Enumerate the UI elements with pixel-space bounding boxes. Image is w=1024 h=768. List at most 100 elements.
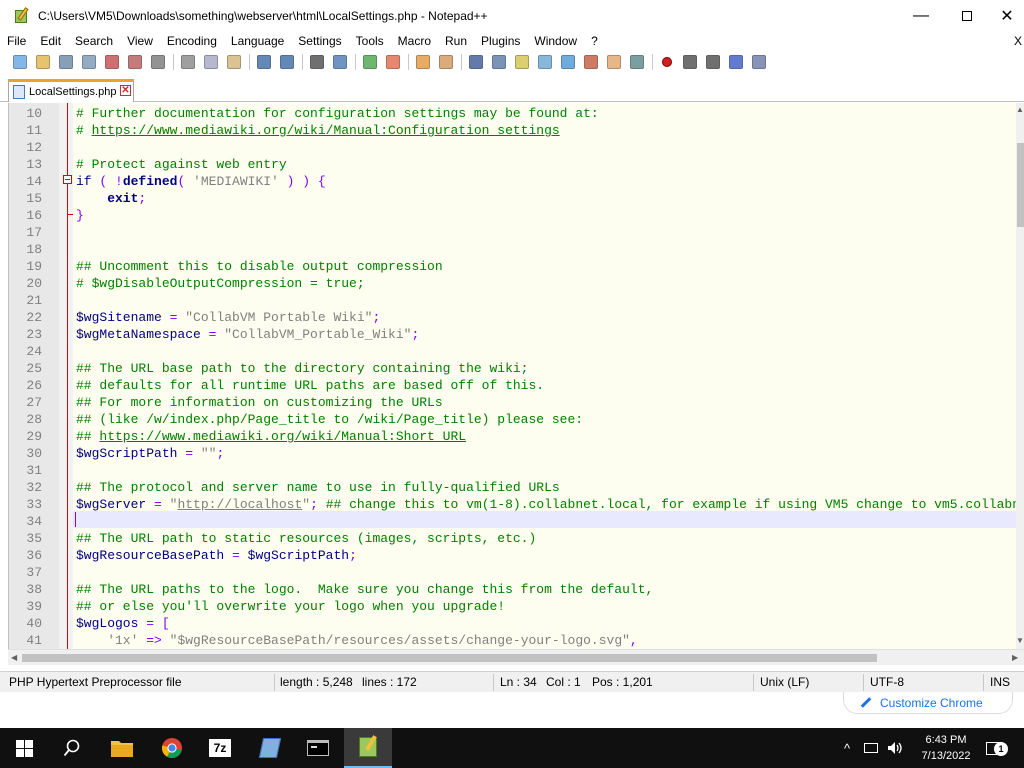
horizontal-scrollbar[interactable]: ◀ ▶ <box>8 649 1024 665</box>
sync-vertical-button[interactable] <box>414 53 432 71</box>
code-line[interactable]: 33 $wgServer = "http://localhost"; ## cha… <box>9 496 1016 513</box>
menu-edit[interactable]: Edit <box>33 32 68 50</box>
volume-icon[interactable] <box>884 728 906 768</box>
menu-help[interactable]: ? <box>584 32 605 50</box>
start-button[interactable] <box>0 728 48 768</box>
code-line[interactable]: 28 ## (like /w/index.php/Page_title to /w… <box>9 411 1016 428</box>
code-line[interactable]: 19 ## Uncomment this to disable output co… <box>9 258 1016 275</box>
menu-window[interactable]: Window <box>527 32 584 50</box>
tray-chevron-icon[interactable]: ^ <box>838 728 856 768</box>
code-line[interactable]: 13 # Protect against web entry <box>9 156 1016 173</box>
code-line[interactable]: 20 # $wgDisableOutputCompression = true; <box>9 275 1016 292</box>
taskbar-chrome[interactable] <box>148 728 196 768</box>
code-line[interactable]: 23 $wgMetaNamespace = "CollabVM_Portable_… <box>9 326 1016 343</box>
cut-button[interactable] <box>179 53 197 71</box>
show-all-chars-button[interactable] <box>490 53 508 71</box>
menu-file[interactable]: File <box>0 32 33 50</box>
menu-plugins[interactable]: Plugins <box>474 32 527 50</box>
menu-search[interactable]: Search <box>68 32 120 50</box>
code-line[interactable]: 27 ## For more information on customizing… <box>9 394 1016 411</box>
code-line[interactable]: 14 if ( !defined( 'MEDIAWIKI' ) ) { <box>9 173 1016 190</box>
close-button[interactable] <box>103 53 121 71</box>
taskbar-file-explorer[interactable] <box>98 728 146 768</box>
save-button[interactable] <box>57 53 75 71</box>
paste-button[interactable] <box>225 53 243 71</box>
vertical-scroll-thumb[interactable] <box>1017 143 1024 227</box>
customize-chrome-button[interactable]: Customize Chrome <box>843 692 1013 714</box>
code-line[interactable]: 40 $wgLogos = [ <box>9 615 1016 632</box>
code-line[interactable]: 37 <box>9 564 1016 581</box>
code-line[interactable]: 10 # Further documentation for configurat… <box>9 105 1016 122</box>
taskbar-cmd[interactable] <box>294 728 342 768</box>
code-line[interactable]: 25 ## The URL base path to the directory … <box>9 360 1016 377</box>
zoom-out-button[interactable] <box>384 53 402 71</box>
run-macro-multiple-button[interactable] <box>727 53 745 71</box>
find-button[interactable] <box>308 53 326 71</box>
record-macro-button[interactable] <box>658 53 676 71</box>
stop-macro-button[interactable] <box>681 53 699 71</box>
doc-list-button[interactable] <box>559 53 577 71</box>
code-line[interactable]: 35 ## The URL path to static resources (i… <box>9 530 1016 547</box>
zoom-in-button[interactable] <box>361 53 379 71</box>
maximize-button[interactable] <box>944 0 990 32</box>
menu-encoding[interactable]: Encoding <box>160 32 224 50</box>
close-document-button[interactable]: X <box>1014 32 1022 50</box>
scroll-up-icon[interactable]: ▲ <box>1016 105 1024 114</box>
code-line[interactable]: 36 $wgResourceBasePath = $wgScriptPath; <box>9 547 1016 564</box>
menu-macro[interactable]: Macro <box>391 32 438 50</box>
open-file-button[interactable] <box>34 53 52 71</box>
tab-localsettings[interactable]: LocalSettings.php ✕ <box>8 79 134 102</box>
print-button[interactable] <box>149 53 167 71</box>
code-line[interactable]: 21 <box>9 292 1016 309</box>
code-line[interactable]: 32 ## The protocol and server name to use… <box>9 479 1016 496</box>
tray-clock[interactable]: 6:43 PM 7/13/2022 <box>916 732 976 764</box>
code-line[interactable]: 39 ## or else you'll overwrite your logo … <box>9 598 1016 615</box>
code-line[interactable]: 22 $wgSitename = "CollabVM Portable Wiki"… <box>9 309 1016 326</box>
scroll-down-icon[interactable]: ▼ <box>1016 636 1024 645</box>
code-line[interactable]: 30 $wgScriptPath = ""; <box>9 445 1016 462</box>
status-eol[interactable]: Unix (LF) <box>760 675 809 689</box>
word-wrap-button[interactable] <box>467 53 485 71</box>
scroll-right-icon[interactable]: ▶ <box>1012 653 1018 662</box>
horizontal-scroll-thumb[interactable] <box>22 654 877 662</box>
code-line[interactable]: 12 <box>9 139 1016 156</box>
menu-language[interactable]: Language <box>224 32 291 50</box>
close-window-button[interactable]: ✕ <box>990 0 1024 32</box>
code-line[interactable]: 31 <box>9 462 1016 479</box>
status-encoding[interactable]: UTF-8 <box>870 675 904 689</box>
undo-button[interactable] <box>255 53 273 71</box>
code-editor[interactable]: 10 # Further documentation for configurat… <box>8 103 1016 649</box>
play-macro-button[interactable] <box>704 53 722 71</box>
function-list-button[interactable] <box>582 53 600 71</box>
network-icon[interactable] <box>860 728 882 768</box>
taskbar-notepadpp[interactable] <box>344 728 392 768</box>
tab-close-button[interactable]: ✕ <box>120 85 131 96</box>
folder-workspace-button[interactable] <box>605 53 623 71</box>
code-line[interactable]: 29 ## https://www.mediawiki.org/wiki/Manu… <box>9 428 1016 445</box>
search-button[interactable] <box>48 728 96 768</box>
status-insert-mode[interactable]: INS <box>990 675 1010 689</box>
taskbar-7zip[interactable]: 7z <box>196 728 244 768</box>
doc-map-button[interactable] <box>536 53 554 71</box>
scroll-left-icon[interactable]: ◀ <box>11 653 17 662</box>
menu-tools[interactable]: Tools <box>349 32 391 50</box>
menu-run[interactable]: Run <box>438 32 474 50</box>
minimize-button[interactable]: — <box>898 0 944 32</box>
code-line[interactable]: 34 <box>9 513 1016 530</box>
code-line[interactable]: 17 <box>9 224 1016 241</box>
code-line[interactable]: 18 <box>9 241 1016 258</box>
code-line[interactable]: 24 <box>9 343 1016 360</box>
replace-button[interactable] <box>331 53 349 71</box>
menu-view[interactable]: View <box>120 32 160 50</box>
close-all-button[interactable] <box>126 53 144 71</box>
code-line[interactable]: 26 ## defaults for all runtime URL paths … <box>9 377 1016 394</box>
code-line[interactable]: 38 ## The URL paths to the logo. Make sur… <box>9 581 1016 598</box>
new-file-button[interactable] <box>11 53 29 71</box>
vertical-scrollbar[interactable]: ▲ ▼ <box>1016 103 1024 649</box>
monitoring-button[interactable] <box>628 53 646 71</box>
indent-guide-button[interactable] <box>513 53 531 71</box>
sync-horizontal-button[interactable] <box>437 53 455 71</box>
save-all-button[interactable] <box>80 53 98 71</box>
menu-settings[interactable]: Settings <box>291 32 348 50</box>
code-line[interactable]: 11 # https://www.mediawiki.org/wiki/Manua… <box>9 122 1016 139</box>
